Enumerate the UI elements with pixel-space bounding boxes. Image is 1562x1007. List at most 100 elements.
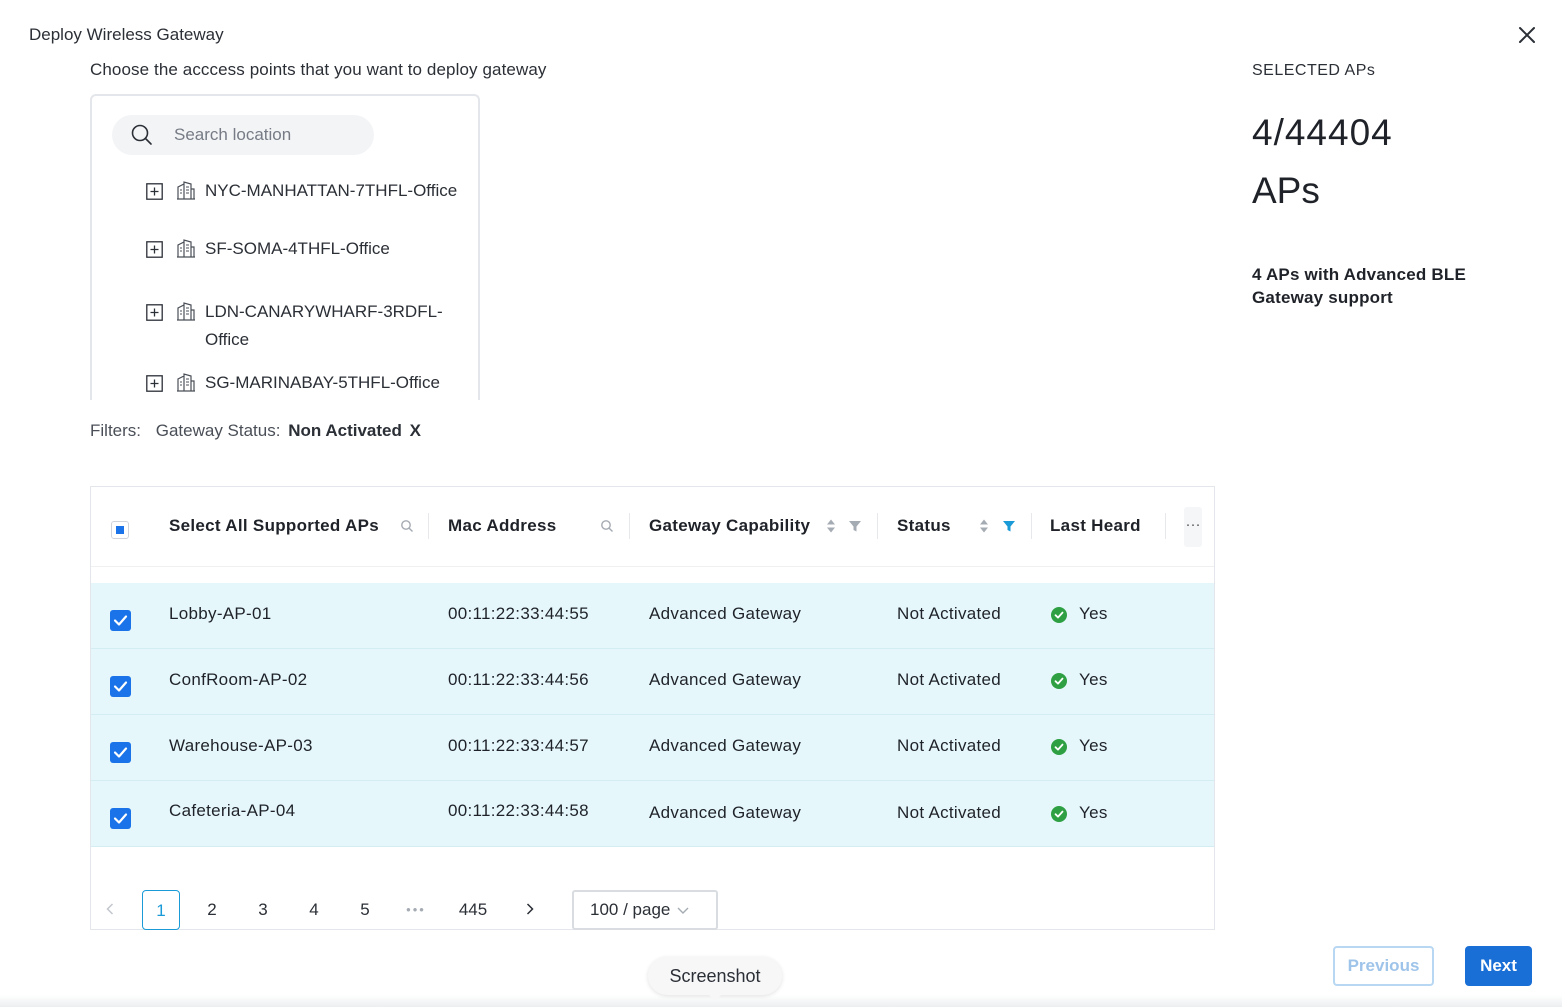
chevron-down-icon (677, 907, 689, 914)
dialog-title: Deploy Wireless Gateway (29, 25, 224, 44)
expand-icon[interactable] (146, 304, 163, 321)
table-row[interactable]: Cafeteria-AP-04 00:11:22:33:44:58 Advanc… (91, 781, 1214, 847)
tree-item-label: NYC-MANHATTAN-7THFL-Office (205, 181, 458, 200)
cell-last-heard: Yes (1079, 604, 1108, 623)
page-button-4[interactable]: 4 (295, 890, 333, 930)
sort-icon[interactable] (977, 518, 991, 534)
table-row[interactable]: Lobby-AP-01 00:11:22:33:44:55 Advanced G… (91, 583, 1214, 649)
page-size-select[interactable]: 100 / page (572, 890, 718, 930)
filter-field: Gateway Status: (155, 421, 281, 440)
location-search[interactable] (112, 115, 374, 155)
cell-status: Not Activated (897, 604, 1002, 623)
page-size-value: 100 / page (590, 900, 671, 919)
page-button-2[interactable]: 2 (193, 890, 231, 930)
cell-name: Cafeteria-AP-04 (169, 801, 296, 820)
table-row[interactable]: ConfRoom-AP-02 00:11:22:33:44:56 Advance… (91, 649, 1214, 715)
column-search-icon[interactable] (600, 518, 614, 534)
tree-item-location[interactable]: SF-SOMA-4THFL-Office (146, 239, 390, 263)
chevron-left-icon[interactable] (103, 902, 117, 916)
row-checkbox[interactable] (110, 610, 131, 631)
selected-aps-count: 4/44404 (1252, 112, 1393, 153)
expand-icon[interactable] (146, 241, 163, 258)
expand-icon[interactable] (146, 375, 163, 392)
select-all-checkbox[interactable] (111, 521, 129, 539)
cell-capability: Advanced Gateway (649, 736, 802, 755)
tree-item-location[interactable]: NYC-MANHATTAN-7THFL-Office (146, 181, 457, 205)
check-circle-icon (1051, 739, 1067, 755)
column-divider (877, 513, 878, 539)
sort-icon[interactable] (824, 518, 838, 534)
filter-value: Non Activated (288, 421, 402, 440)
cell-name: Lobby-AP-01 (169, 604, 272, 623)
tree-item-label: SF-SOMA-4THFL-Office (205, 239, 390, 258)
tree-item-location[interactable]: SG-MARINABAY-5THFL-Office (146, 373, 440, 397)
row-checkbox[interactable] (110, 676, 131, 697)
column-divider (428, 513, 429, 539)
cell-status: Not Activated (897, 803, 1002, 822)
column-header-last-heard[interactable]: Last Heard (1050, 516, 1141, 536)
cell-mac: 00:11:22:33:44:57 (448, 736, 589, 755)
check-circle-icon (1051, 673, 1067, 689)
cell-name: Warehouse-AP-03 (169, 736, 313, 755)
column-divider (629, 513, 630, 539)
screenshot-tooltip: Screenshot (648, 957, 782, 1001)
page-button-5[interactable]: 5 (346, 890, 384, 930)
row-checkbox[interactable] (110, 808, 131, 829)
cell-capability: Advanced Gateway (649, 803, 802, 822)
cell-mac: 00:11:22:33:44:56 (448, 670, 589, 689)
column-header-mac[interactable]: Mac Address (448, 516, 557, 536)
selected-aps-unit: APs (1252, 170, 1320, 211)
filter-active-icon[interactable] (1002, 518, 1016, 534)
cell-last-heard: Yes (1079, 670, 1108, 689)
cell-status: Not Activated (897, 736, 1002, 755)
page-button-last[interactable]: 445 (448, 890, 498, 930)
cell-capability: Advanced Gateway (649, 670, 802, 689)
building-icon (177, 239, 195, 258)
building-icon (177, 181, 195, 200)
ap-table: Select All Supported APs Mac Address Gat… (90, 486, 1215, 930)
column-header-status[interactable]: Status (897, 516, 951, 536)
row-checkbox[interactable] (110, 742, 131, 763)
cell-mac: 00:11:22:33:44:58 (448, 801, 589, 820)
column-divider (1165, 513, 1166, 539)
previous-button[interactable]: Previous (1333, 946, 1434, 986)
check-circle-icon (1051, 607, 1067, 623)
filter-icon[interactable] (848, 518, 862, 534)
close-icon[interactable] (1514, 22, 1540, 48)
remove-filter-button[interactable]: X (410, 421, 421, 440)
building-icon (177, 373, 195, 392)
cell-capability: Advanced Gateway (649, 604, 802, 623)
column-header-capability[interactable]: Gateway Capability (649, 516, 810, 536)
column-header-name[interactable]: Select All Supported APs (169, 516, 379, 536)
column-search-icon[interactable] (400, 518, 414, 534)
tree-item-label-line1: LDN-CANARYWHARF-3RDFL- (205, 302, 443, 321)
next-button[interactable]: Next (1465, 946, 1532, 986)
expand-icon[interactable] (146, 183, 163, 200)
cell-mac: 00:11:22:33:44:55 (448, 604, 589, 623)
bottom-edge (0, 995, 1562, 1007)
page-button-3[interactable]: 3 (244, 890, 282, 930)
table-header: Select All Supported APs Mac Address Gat… (91, 487, 1214, 567)
tree-item-location[interactable]: LDN-CANARYWHARF-3RDFL- Office (146, 302, 443, 354)
cell-status: Not Activated (897, 670, 1002, 689)
filters-label: Filters: (90, 421, 141, 440)
column-divider (1031, 513, 1032, 539)
page-button-1[interactable]: 1 (142, 890, 180, 930)
more-columns-button[interactable]: ··· (1184, 507, 1202, 547)
selected-aps-label: SELECTED APs (1252, 62, 1376, 79)
active-filters: Filters: Gateway Status: Non Activated X (90, 421, 421, 441)
instructions-text: Choose the acccess points that you want … (90, 60, 547, 79)
cell-name: ConfRoom-AP-02 (169, 670, 308, 689)
search-location-input[interactable] (174, 125, 364, 145)
location-tree-panel: NYC-MANHATTAN-7THFL-Office SF-SOMA-4THFL… (90, 94, 480, 400)
tree-item-label: LDN-CANARYWHARF-3RDFL- Office (205, 298, 443, 354)
table-row[interactable]: Warehouse-AP-03 00:11:22:33:44:57 Advanc… (91, 715, 1214, 781)
cell-last-heard: Yes (1079, 803, 1108, 822)
tree-item-label: SG-MARINABAY-5THFL-Office (205, 373, 440, 392)
selected-aps-note: 4 APs with Advanced BLE Gateway support (1252, 265, 1466, 307)
tree-item-label-line2: Office (205, 330, 250, 349)
check-circle-icon (1051, 806, 1067, 822)
chevron-right-icon[interactable] (523, 902, 537, 916)
cell-last-heard: Yes (1079, 736, 1108, 755)
page-ellipsis[interactable]: ••• (397, 890, 435, 930)
